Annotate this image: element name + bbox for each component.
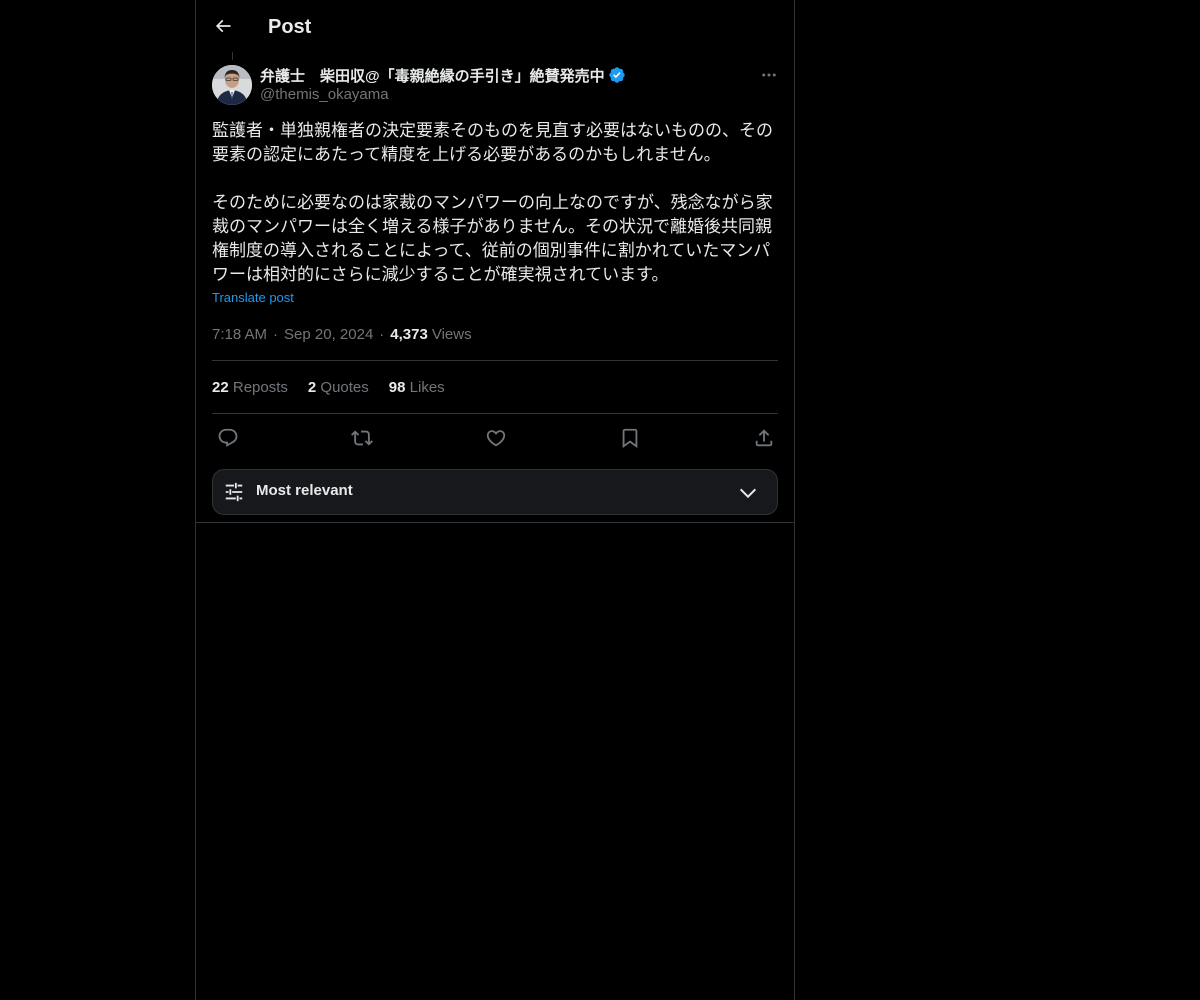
- more-horizontal-icon: [762, 73, 776, 77]
- post-time[interactable]: 7:18 AM: [212, 326, 267, 343]
- chevron-down-icon: [739, 488, 757, 499]
- reposts-stat[interactable]: 22 Reposts: [212, 379, 288, 396]
- post-date[interactable]: Sep 20, 2024: [284, 326, 373, 343]
- page-title: Post: [268, 16, 312, 38]
- arrow-left-icon: [215, 19, 231, 33]
- author-name-row[interactable]: 弁護士 柴田収@「毒親絶縁の手引き」絶賛発売中: [260, 64, 626, 86]
- filter-sliders-icon: [225, 482, 243, 502]
- likes-count: 98: [388, 378, 406, 396]
- bookmark-button[interactable]: [616, 424, 644, 452]
- share-icon: [755, 429, 773, 447]
- reposts-label: Reposts: [232, 378, 288, 396]
- author-photo-icon: [212, 65, 252, 105]
- sort-replies-dropdown[interactable]: Most relevant: [212, 469, 778, 515]
- engagement-stats: 22 Reposts 2 Quotes 98 Likes: [212, 377, 465, 397]
- section-divider: [196, 522, 794, 523]
- quotes-stat[interactable]: 2 Quotes: [308, 379, 369, 396]
- back-button[interactable]: [210, 13, 236, 39]
- likes-stat[interactable]: 98 Likes: [389, 379, 445, 396]
- quotes-label: Quotes: [320, 378, 369, 396]
- thread-connector-line: [232, 52, 233, 60]
- quotes-count: 2: [307, 378, 317, 396]
- translate-post-link[interactable]: Translate post: [212, 290, 294, 305]
- views-label: Views: [431, 325, 472, 343]
- post-paragraph-2: そのために必要なのは家裁のマンパワーの向上なのですが、残念ながら家裁のマンパワー…: [212, 193, 773, 284]
- primary-column: Post 弁護士 柴田収@「毒親絶縁の手引き」絶賛発売中 @themis_oka…: [195, 0, 795, 1000]
- share-button[interactable]: [750, 424, 778, 452]
- like-icon: [486, 430, 506, 447]
- meta-separator: ·: [273, 325, 279, 343]
- sort-label: Most relevant: [256, 482, 353, 499]
- avatar[interactable]: [212, 65, 252, 105]
- repost-button[interactable]: [348, 424, 376, 452]
- post-meta: 7:18 AM · Sep 20, 2024 · 4,373 Views: [212, 324, 472, 344]
- reply-icon: [218, 428, 238, 447]
- views-count: 4,373: [390, 325, 428, 343]
- post-text: 監護者・単独親権者の決定要素そのものを見直す必要はないものの、その要素の認定にあ…: [212, 119, 778, 287]
- like-button[interactable]: [482, 424, 510, 452]
- reply-button[interactable]: [214, 424, 242, 452]
- divider: [212, 360, 778, 361]
- post-paragraph-1: 監護者・単独親権者の決定要素そのものを見直す必要はないものの、その要素の認定にあ…: [212, 121, 773, 164]
- bookmark-icon: [622, 428, 638, 449]
- repost-icon: [351, 430, 373, 446]
- more-options-button[interactable]: [758, 64, 780, 86]
- divider: [212, 413, 778, 414]
- reposts-count: 22: [212, 378, 229, 396]
- verified-badge-icon[interactable]: [608, 66, 626, 84]
- post-actions: [196, 424, 794, 452]
- author-display-name[interactable]: 弁護士 柴田収@「毒親絶縁の手引き」絶賛発売中: [260, 65, 605, 86]
- author-handle[interactable]: @themis_okayama: [260, 86, 389, 103]
- likes-label: Likes: [409, 378, 445, 396]
- page-header: Post: [196, 0, 794, 53]
- meta-separator: ·: [379, 325, 385, 343]
